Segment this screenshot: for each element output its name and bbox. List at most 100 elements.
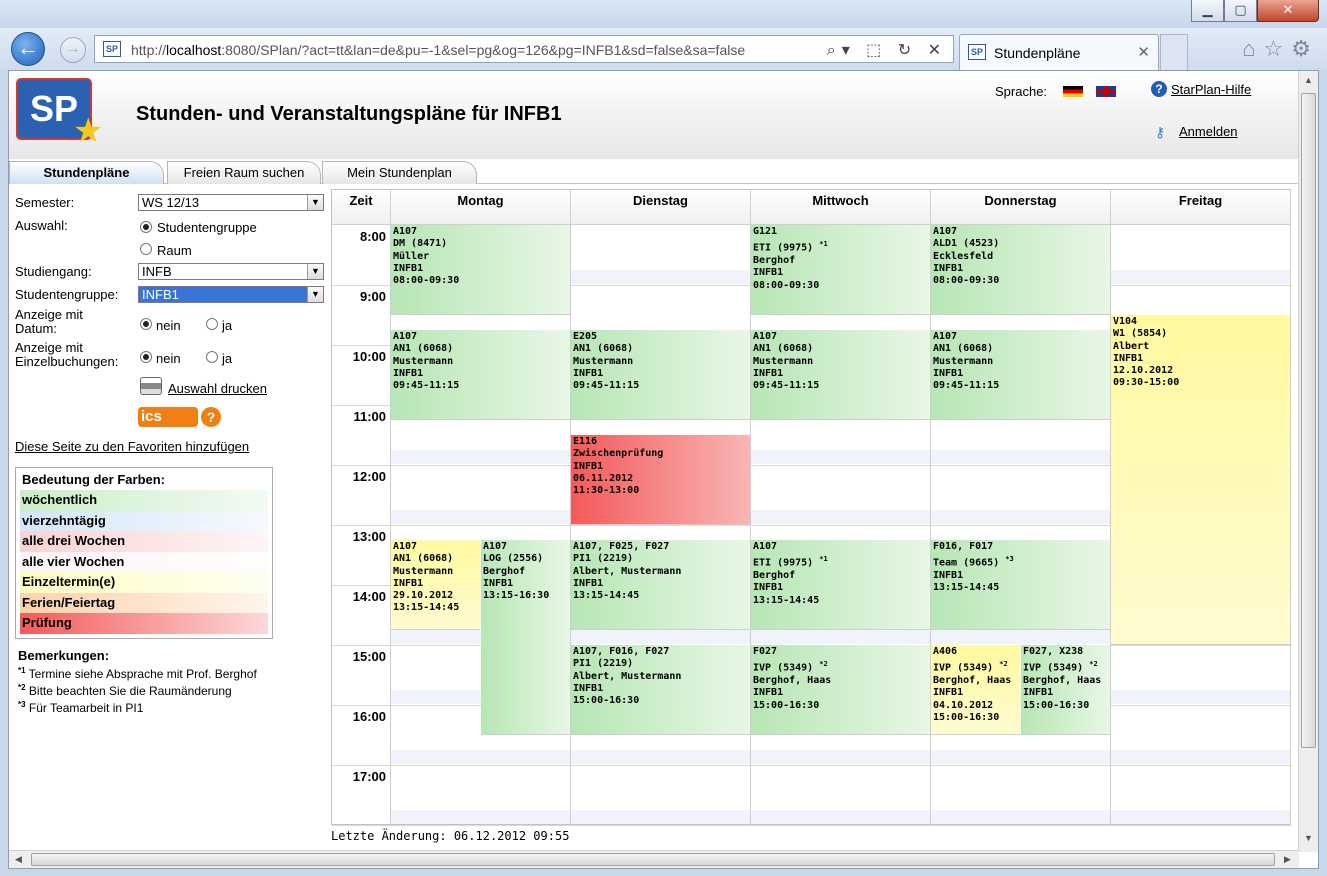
forward-button[interactable]: →	[60, 37, 86, 63]
event-line: Zwischenprüfung	[573, 448, 664, 460]
timetable-event[interactable]: G121 ETI (9975) *1 Berghof INFB1 08:00-09:30	[751, 225, 930, 315]
timetable-event[interactable]: A107 ALD1 (4523) Ecklesfeld INFB1 08:00-09:3…	[931, 225, 1110, 315]
event-line: A107	[483, 541, 508, 552]
radio-date-no[interactable]	[140, 318, 152, 330]
event-line: 13:15-16:30	[483, 590, 550, 602]
tab-favicon-icon: SP	[968, 44, 986, 60]
semester-select[interactable]: WS 12/13 ▼	[138, 194, 324, 211]
timetable-event[interactable]: A107 AN1 (6068) Mustermann INFB1 29.10.2012 1…	[391, 540, 480, 630]
timetable-event[interactable]: A107 DM (8471) Müller INFB1 08:00-09:30	[391, 225, 570, 315]
event-line: Berghof, Haas	[933, 674, 1012, 686]
printer-icon[interactable]	[140, 377, 162, 395]
timetable-event[interactable]: A107, F025, F027 PI1 (2219) Albert, Muster…	[571, 540, 750, 630]
ics-help-icon[interactable]: ?	[201, 407, 221, 427]
vertical-scrollbar[interactable]: ▲ ▼	[1298, 71, 1318, 852]
timetable-event[interactable]: F027 IVP (5349) *2 Berghof, Haas INFB1 15:00…	[751, 645, 930, 735]
radio-room[interactable]	[140, 243, 152, 255]
group-select[interactable]: INFB1 ▼	[138, 286, 324, 303]
legend-item: Ferien/Feiertag	[20, 592, 268, 613]
scroll-up-icon[interactable]: ▲	[1304, 75, 1313, 85]
event-line: A406	[933, 646, 958, 657]
vertical-scroll-thumb[interactable]	[1301, 93, 1316, 748]
notes-title: Bemerkungen:	[18, 648, 110, 663]
timetable-event[interactable]: F016, F017 Team (9665) *3 INFB1 13:15-14:45	[931, 540, 1110, 630]
timetable-event[interactable]: A107 AN1 (6068) Mustermann INFB1 09:45-11:15	[931, 330, 1110, 420]
note-item: *1 Termine siehe Absprache mit Prof. Ber…	[18, 666, 257, 681]
timetable-event[interactable]: A107 AN1 (6068) Mustermann INFB1 09:45-11:15	[391, 330, 570, 420]
maximize-button[interactable]: ▢	[1224, 0, 1257, 22]
timetable-event[interactable]: A107 LOG (2556) Berghof INFB1 13:15-16:30	[481, 540, 570, 735]
toolbar-icons[interactable]: ⌂☆⚙	[1242, 36, 1319, 62]
event-remark-mark: *3	[1005, 555, 1014, 564]
timetable-event[interactable]: E116 Zwischenprüfung INFB1 06.11.2012 11:30-…	[571, 435, 750, 525]
address-bar-icons[interactable]: ⌕▾ ⬚ ↻ ✕	[827, 40, 947, 60]
timetable-event[interactable]: A406 IVP (5349) *2 Berghof, Haas INFB1 04.10…	[931, 645, 1020, 735]
address-bar[interactable]: SP http://localhost:8080/SPlan/?act=tt&l…	[94, 35, 954, 63]
timetable-event[interactable]: A107, F016, F027 PI1 (2219) Albert, Muster…	[571, 645, 750, 735]
help-icon[interactable]: ?	[1151, 81, 1167, 97]
radio-single-no[interactable]	[140, 351, 152, 363]
timetable-event[interactable]: F027, X238 IVP (5349) *2 Berghof, Haas INFB…	[1021, 645, 1110, 735]
radio-date-no-label: nein	[156, 318, 181, 333]
minimize-button[interactable]: ▁	[1191, 0, 1224, 22]
hour-label: 11:00	[353, 409, 386, 424]
hour-band	[391, 810, 1291, 824]
star-icon: ★	[73, 112, 104, 150]
event-line: LOG (2556)	[483, 553, 544, 565]
german-flag-icon[interactable]	[1063, 86, 1083, 97]
tab-find-room[interactable]: Freien Raum suchen	[167, 161, 321, 184]
event-line: INFB1	[933, 687, 964, 699]
event-line: DM (8471)	[393, 238, 448, 250]
course-select[interactable]: INFB ▼	[138, 263, 324, 280]
event-line: 12.10.2012	[1113, 365, 1174, 377]
timetable-event[interactable]: E205 AN1 (6068) Mustermann INFB1 09:45-11:15	[571, 330, 750, 420]
radio-student-group[interactable]	[140, 221, 152, 233]
event-line: 09:45-11:15	[573, 380, 640, 392]
english-flag-icon[interactable]	[1096, 86, 1116, 97]
hour-label: 8:00	[359, 229, 386, 244]
ics-feed-icon[interactable]: ics	[138, 407, 198, 427]
legend-item: alle drei Wochen	[20, 531, 268, 552]
event-line: F027	[753, 646, 778, 657]
timetable-event[interactable]: A107 AN1 (6068) Mustermann INFB1 09:45-11:15	[751, 330, 930, 420]
event-line: INFB1	[573, 682, 604, 694]
tab-timetables[interactable]: Stundenpläne	[9, 161, 164, 184]
login-link[interactable]: Anmelden	[1179, 124, 1238, 139]
day-header: Mittwoch	[751, 190, 931, 225]
help-link[interactable]: StarPlan-Hilfe	[1171, 82, 1251, 97]
event-line: V104	[1113, 316, 1138, 327]
scroll-down-icon[interactable]: ▼	[1304, 833, 1313, 843]
event-line: 13:15-14:45	[933, 582, 1000, 594]
url-text: http://localhost:8080/SPlan/?act=tt&lan=…	[131, 42, 746, 58]
scroll-left-icon[interactable]: ◀	[15, 854, 22, 865]
browser-tab[interactable]: SP Stundenpläne ✕	[959, 34, 1159, 70]
note-item: *2 Bitte beachten Sie die Raumänderung	[18, 683, 232, 698]
event-line: 15:00-16:30	[753, 699, 820, 711]
radio-room-label: Raum	[157, 243, 192, 258]
radio-single-yes[interactable]	[206, 351, 218, 363]
event-line: 09:30-15:00	[1113, 377, 1180, 389]
tab-my-timetable[interactable]: Mein Stundenplan	[322, 161, 477, 184]
event-line: 08:00-09:30	[393, 275, 460, 287]
navigation-bar: ← → SP http://localhost:8080/SPlan/?act=…	[0, 28, 1327, 70]
timetable-event[interactable]: V104 W1 (5854) Albert INFB1 12.10.2012 09:30-…	[1111, 315, 1290, 645]
close-window-button[interactable]: ✕	[1257, 0, 1319, 22]
event-line: Albert, Mustermann	[573, 670, 682, 682]
new-tab-button[interactable]	[1160, 34, 1188, 70]
event-line: IVP (5349) *2	[933, 660, 1008, 674]
close-tab-icon[interactable]: ✕	[1137, 43, 1150, 61]
event-line: ALD1 (4523)	[933, 238, 1000, 250]
event-line: Mustermann	[573, 355, 634, 367]
timetable-event[interactable]: A107 ETI (9975) *1 Berghof INFB1 13:15-14:45	[751, 540, 930, 630]
scroll-right-icon[interactable]: ▶	[1284, 854, 1291, 865]
horizontal-scroll-thumb[interactable]	[31, 853, 1275, 866]
back-button[interactable]: ←	[11, 32, 45, 66]
add-favorites-link[interactable]: Diese Seite zu den Favoriten hinzufügen	[15, 439, 249, 454]
window-titlebar: ▁ ▢ ✕	[0, 0, 1327, 30]
event-line: A107	[933, 226, 958, 237]
event-line: Albert, Mustermann	[573, 565, 682, 577]
horizontal-scrollbar[interactable]: ◀ ▶	[9, 850, 1299, 868]
radio-date-yes[interactable]	[206, 318, 218, 330]
print-selection-link[interactable]: Auswahl drucken	[168, 381, 267, 396]
radio-single-yes-label: ja	[222, 351, 233, 366]
